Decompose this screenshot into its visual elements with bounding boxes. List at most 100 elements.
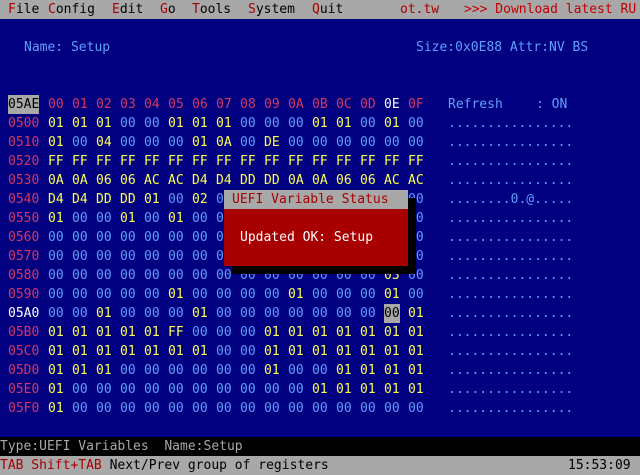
hex-byte[interactable]: FF	[120, 152, 136, 171]
hex-byte[interactable]: 00	[144, 266, 160, 285]
hex-byte[interactable]: 00	[408, 114, 424, 133]
hex-byte[interactable]: 01	[360, 323, 376, 342]
hex-byte[interactable]: 00	[120, 266, 136, 285]
hex-byte[interactable]: 01	[408, 361, 424, 380]
hex-byte[interactable]: 01	[336, 342, 352, 361]
hex-byte[interactable]: 01	[48, 380, 64, 399]
hex-byte[interactable]: 00	[120, 304, 136, 323]
hex-byte[interactable]: 00	[240, 380, 256, 399]
hex-byte[interactable]: 00	[144, 114, 160, 133]
menu-go[interactable]: Go	[160, 0, 176, 19]
menu-tools[interactable]: Tools	[192, 0, 231, 19]
hex-byte[interactable]: 00	[360, 266, 376, 285]
hex-byte[interactable]: FF	[240, 152, 256, 171]
menu-file[interactable]: File	[8, 0, 39, 19]
hex-byte[interactable]: 00	[264, 304, 280, 323]
hex-byte[interactable]: 0A	[48, 171, 64, 190]
hex-byte[interactable]: 00	[96, 228, 112, 247]
hex-byte[interactable]: AC	[144, 171, 160, 190]
hex-byte[interactable]: FF	[72, 152, 88, 171]
hex-byte[interactable]: 00	[168, 133, 184, 152]
hex-byte[interactable]: 01	[168, 114, 184, 133]
hex-byte[interactable]: 00	[192, 399, 208, 418]
hex-byte[interactable]: 00	[192, 380, 208, 399]
hex-byte[interactable]: 00	[168, 247, 184, 266]
hex-byte[interactable]: 00	[408, 247, 424, 266]
hex-byte[interactable]: 00	[144, 247, 160, 266]
hex-byte[interactable]: 00	[96, 380, 112, 399]
hex-byte[interactable]: 01	[384, 323, 400, 342]
hex-byte[interactable]: 00	[48, 228, 64, 247]
hex-byte[interactable]: 01	[48, 342, 64, 361]
hex-byte[interactable]: 00	[72, 266, 88, 285]
hex-byte[interactable]: 00	[168, 304, 184, 323]
hex-byte[interactable]: 01	[288, 285, 304, 304]
hex-byte[interactable]: 01	[312, 342, 328, 361]
hex-byte[interactable]: 01	[72, 114, 88, 133]
hex-byte[interactable]: 01	[144, 190, 160, 209]
hex-byte[interactable]: FF	[408, 152, 424, 171]
hex-byte[interactable]: 00	[240, 304, 256, 323]
hex-byte[interactable]: 00	[144, 209, 160, 228]
hex-byte[interactable]: 01	[120, 323, 136, 342]
hex-byte[interactable]: 06	[336, 171, 352, 190]
hex-byte[interactable]: 00	[312, 361, 328, 380]
hex-byte[interactable]: 01	[384, 285, 400, 304]
hex-byte[interactable]: 06	[96, 171, 112, 190]
hex-byte[interactable]: 01	[96, 304, 112, 323]
hex-byte[interactable]: 01	[360, 380, 376, 399]
hex-byte[interactable]: 00	[192, 285, 208, 304]
hex-byte[interactable]: 01	[312, 380, 328, 399]
hex-byte[interactable]: FF	[96, 152, 112, 171]
hex-byte[interactable]: 0A	[72, 171, 88, 190]
hex-byte[interactable]: 01	[120, 209, 136, 228]
hex-byte[interactable]: AC	[168, 171, 184, 190]
hex-byte[interactable]: 01	[288, 342, 304, 361]
hex-byte[interactable]: 00	[288, 114, 304, 133]
menu-system[interactable]: System	[248, 0, 295, 19]
hex-byte[interactable]: 00	[408, 133, 424, 152]
hex-byte[interactable]: 00	[120, 247, 136, 266]
hex-byte[interactable]: 00	[312, 304, 328, 323]
hex-byte[interactable]: 00	[192, 266, 208, 285]
hex-byte[interactable]: 01	[144, 323, 160, 342]
hex-byte[interactable]: 00	[144, 399, 160, 418]
hex-byte[interactable]: 01	[168, 209, 184, 228]
hex-byte[interactable]: 00	[48, 247, 64, 266]
hex-byte[interactable]: 00	[48, 304, 64, 323]
hex-byte[interactable]: 00	[72, 209, 88, 228]
hex-byte[interactable]: 00	[96, 209, 112, 228]
hex-byte[interactable]: 00	[72, 304, 88, 323]
hex-byte[interactable]: FF	[264, 152, 280, 171]
hex-byte[interactable]: 00	[144, 133, 160, 152]
hex-byte[interactable]: 00	[168, 399, 184, 418]
hex-byte[interactable]: 01	[360, 361, 376, 380]
hex-byte[interactable]: 00	[312, 133, 328, 152]
hex-byte[interactable]: 00	[360, 399, 376, 418]
hex-byte[interactable]: 00	[408, 228, 424, 247]
hex-byte[interactable]: 01	[408, 342, 424, 361]
hex-byte[interactable]: 00	[96, 285, 112, 304]
hex-byte[interactable]: 00	[120, 228, 136, 247]
hex-byte[interactable]: FF	[384, 152, 400, 171]
hex-byte[interactable]: 01	[384, 380, 400, 399]
hex-byte[interactable]: 01	[312, 323, 328, 342]
hex-byte[interactable]: 00	[240, 133, 256, 152]
hex-byte[interactable]: 00	[408, 285, 424, 304]
hex-byte[interactable]: 00	[96, 399, 112, 418]
hex-byte[interactable]: 00	[120, 399, 136, 418]
hex-byte[interactable]: AC	[384, 171, 400, 190]
hex-byte[interactable]: 01	[48, 323, 64, 342]
hex-byte[interactable]: 00	[240, 399, 256, 418]
hex-byte[interactable]: FF	[168, 152, 184, 171]
hex-byte[interactable]: 00	[216, 266, 232, 285]
hex-byte[interactable]: 01	[336, 114, 352, 133]
hex-byte[interactable]: 01	[264, 323, 280, 342]
hex-byte[interactable]: 01	[96, 361, 112, 380]
hex-byte[interactable]: 00	[144, 285, 160, 304]
hex-byte[interactable]: 01	[384, 114, 400, 133]
menu-edit[interactable]: Edit	[112, 0, 143, 19]
hex-byte[interactable]: 00	[72, 247, 88, 266]
site-link[interactable]: ot.tw	[400, 0, 439, 19]
hex-byte[interactable]: 00	[360, 114, 376, 133]
